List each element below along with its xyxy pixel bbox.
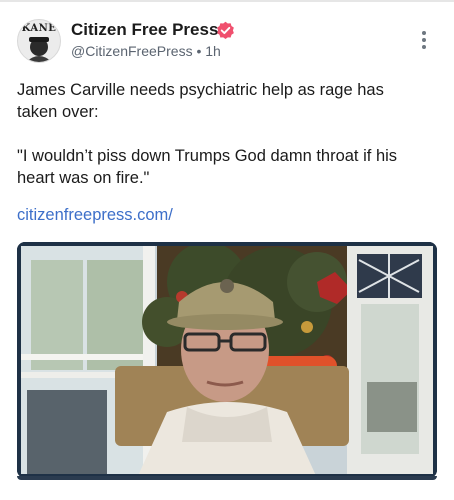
video-frame: [17, 242, 437, 478]
post-text-paragraph-1: James Carville needs psychiatric help as…: [17, 81, 384, 121]
verified-badge-icon: [217, 21, 234, 40]
author-avatar[interactable]: KANE: [17, 19, 61, 63]
author-name[interactable]: Citizen Free Press: [71, 20, 218, 40]
post-text-paragraph-2: "I wouldn’t piss down Trumps God damn th…: [17, 147, 398, 187]
meta-separator: •: [196, 43, 202, 59]
author-handle[interactable]: @CitizenFreePress: [71, 43, 193, 59]
avatar-logo-text: KANE: [21, 23, 57, 34]
post-meta: @CitizenFreePress • 1h: [71, 43, 221, 59]
video-player[interactable]: [17, 242, 437, 478]
more-options-icon[interactable]: [419, 31, 429, 53]
top-divider: [0, 0, 454, 2]
post-link[interactable]: citizenfreepress.com/: [17, 206, 173, 225]
video-progress-bar[interactable]: [17, 476, 437, 480]
post-time: 1h: [205, 43, 221, 59]
